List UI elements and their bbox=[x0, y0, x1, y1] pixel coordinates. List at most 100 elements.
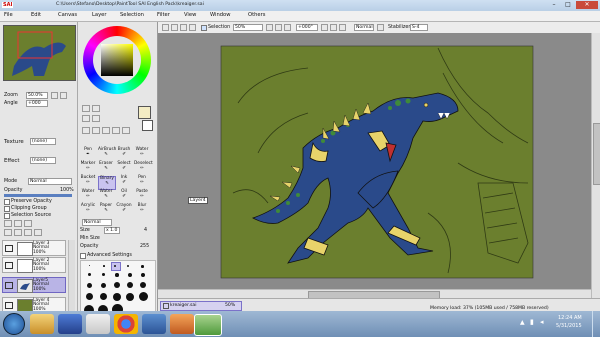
zoom-field[interactable]: 50.0% bbox=[26, 92, 48, 99]
zoom-in-icon[interactable] bbox=[266, 24, 273, 31]
swatches-icon[interactable] bbox=[92, 115, 100, 122]
menu-file[interactable]: File bbox=[4, 12, 13, 18]
tool-crayon[interactable]: Crayon ✐ bbox=[116, 203, 132, 216]
new-layer-icon[interactable] bbox=[4, 220, 12, 227]
selected-brush-size[interactable] bbox=[111, 262, 121, 271]
deselect-icon[interactable] bbox=[171, 24, 178, 31]
minimize-button[interactable]: – bbox=[548, 1, 560, 9]
color-wheel[interactable] bbox=[83, 26, 151, 94]
invert-selection-icon[interactable] bbox=[180, 24, 187, 31]
start-button[interactable] bbox=[3, 313, 25, 335]
zoom-in-button[interactable] bbox=[51, 92, 58, 99]
tool-binary-selected[interactable]: Binary ✎ bbox=[98, 176, 116, 190]
visibility-icon[interactable] bbox=[5, 262, 13, 269]
tool-paper[interactable]: Paper ✎ bbox=[98, 203, 114, 216]
vertical-scroll-thumb[interactable] bbox=[593, 123, 600, 185]
saturation-square[interactable] bbox=[101, 44, 133, 76]
rgb-slider-icon[interactable] bbox=[92, 105, 100, 112]
zoom-out-button[interactable] bbox=[60, 92, 67, 99]
close-button[interactable]: ✕ bbox=[576, 1, 598, 9]
clock-date[interactable]: 5/31/2015 bbox=[556, 323, 582, 329]
artwork-canvas[interactable] bbox=[158, 33, 591, 289]
rotate-left-icon[interactable] bbox=[321, 24, 328, 31]
network-icon[interactable]: ▮ bbox=[530, 318, 534, 326]
paint-icon[interactable] bbox=[86, 314, 110, 334]
visibility-icon[interactable] bbox=[5, 245, 13, 252]
clear-layer-icon[interactable] bbox=[24, 229, 32, 236]
menu-window[interactable]: Window bbox=[210, 12, 230, 18]
canvas-area[interactable]: Layer4 bbox=[158, 33, 591, 311]
menu-layer[interactable]: Layer bbox=[92, 12, 106, 18]
new-folder-icon[interactable] bbox=[24, 220, 32, 227]
primary-color-swatch[interactable] bbox=[138, 106, 151, 119]
menu-others[interactable]: Others bbox=[248, 12, 265, 18]
angle-field[interactable]: +000 bbox=[26, 100, 48, 107]
navigator-preview[interactable] bbox=[3, 25, 76, 81]
effect-select[interactable]: (none) bbox=[30, 157, 56, 164]
reset-zoom-icon[interactable] bbox=[284, 24, 291, 31]
tool-pen-2[interactable]: Pen ✏ bbox=[134, 175, 150, 188]
tool-paste[interactable]: Paste ✏ bbox=[134, 189, 150, 202]
zoom-out-icon[interactable] bbox=[275, 24, 282, 31]
tool-acrylic[interactable]: Acrylic ✏ bbox=[80, 203, 96, 216]
lasso-tool-icon[interactable] bbox=[92, 127, 100, 134]
stabilizer-select[interactable]: S-4 bbox=[410, 24, 428, 31]
texture-select[interactable]: (none) bbox=[30, 138, 56, 145]
file-explorer-icon[interactable] bbox=[30, 314, 54, 334]
color-wheel-mode-icon[interactable] bbox=[82, 105, 90, 112]
clipping-group-checkbox[interactable] bbox=[4, 206, 10, 212]
new-linework-layer-icon[interactable] bbox=[14, 220, 22, 227]
visibility-icon[interactable] bbox=[5, 282, 13, 289]
tool-blur[interactable]: Blur ✏ bbox=[134, 203, 150, 216]
layer-row[interactable]: Layer 3 Normal 100% bbox=[2, 240, 66, 256]
menu-canvas[interactable]: Canvas bbox=[58, 12, 77, 18]
tool-water[interactable]: Water ✏ bbox=[134, 147, 150, 160]
hand-tool-icon[interactable] bbox=[122, 127, 130, 134]
merge-down-icon[interactable] bbox=[14, 229, 22, 236]
rotate-right-icon[interactable] bbox=[330, 24, 337, 31]
tool-water-3[interactable]: Water ✎ bbox=[98, 189, 114, 202]
tool-bucket[interactable]: Bucket ✏ bbox=[80, 175, 96, 188]
maximize-button[interactable]: □ bbox=[562, 1, 574, 9]
blend-mode-select[interactable]: Normal bbox=[28, 178, 72, 185]
menu-filter[interactable]: Filter bbox=[157, 12, 170, 18]
move-tool-icon[interactable] bbox=[102, 127, 110, 134]
tool-ink[interactable]: Ink ✐ bbox=[116, 175, 132, 188]
tool-pen[interactable]: Pen ✒ bbox=[80, 147, 96, 160]
selection-source-checkbox[interactable] bbox=[4, 213, 10, 219]
zoom-select[interactable]: 50% bbox=[233, 24, 263, 31]
tool-eraser[interactable]: Eraser ✎ bbox=[98, 161, 114, 174]
layer-row-selected[interactable]: Layer5 Normal 100% bbox=[2, 277, 66, 293]
tool-water-2[interactable]: Water ✏ bbox=[80, 189, 96, 202]
layer-row[interactable]: Layer 2 Normal 100% bbox=[2, 257, 66, 273]
select-all-icon[interactable] bbox=[162, 24, 169, 31]
chrome-icon[interactable] bbox=[114, 314, 138, 334]
menu-selection[interactable]: Selection bbox=[120, 12, 144, 18]
select-tool-icon[interactable] bbox=[82, 127, 90, 134]
menu-edit[interactable]: Edit bbox=[31, 12, 41, 18]
tool-brush[interactable]: Brush ✐ bbox=[116, 147, 132, 160]
tool-deselect[interactable]: Deselect ✏ bbox=[134, 161, 153, 174]
document-tab[interactable]: kreaiger.sai 50% bbox=[160, 301, 242, 311]
transfer-down-icon[interactable] bbox=[4, 229, 12, 236]
vlc-icon[interactable] bbox=[170, 314, 194, 334]
hsv-slider-icon[interactable] bbox=[82, 115, 90, 122]
clock-time[interactable]: 12:24 AM bbox=[558, 315, 582, 321]
tool-marker[interactable]: Marker ✏ bbox=[80, 161, 96, 174]
angle-select[interactable]: +000° bbox=[296, 24, 318, 31]
trash-icon[interactable] bbox=[34, 229, 42, 236]
show-desktop-button[interactable] bbox=[592, 311, 600, 337]
layer-opacity-slider[interactable] bbox=[4, 194, 72, 197]
sai-active-icon[interactable] bbox=[194, 314, 222, 336]
view-mode-select[interactable]: Normal bbox=[354, 24, 374, 31]
secondary-color-swatch[interactable] bbox=[142, 120, 153, 131]
selection-checkbox[interactable] bbox=[201, 25, 207, 31]
sai-taskbar-icon[interactable] bbox=[142, 314, 166, 334]
tool-oil[interactable]: Oil ✐ bbox=[116, 189, 132, 202]
tool-select[interactable]: Select ✐ bbox=[116, 161, 132, 174]
zoom-tool-icon[interactable] bbox=[112, 127, 120, 134]
volume-icon[interactable]: ◂ bbox=[540, 318, 544, 326]
vertical-scrollbar[interactable] bbox=[591, 33, 600, 298]
mode-toggle-icon[interactable] bbox=[377, 24, 384, 31]
menu-view[interactable]: View bbox=[184, 12, 196, 18]
